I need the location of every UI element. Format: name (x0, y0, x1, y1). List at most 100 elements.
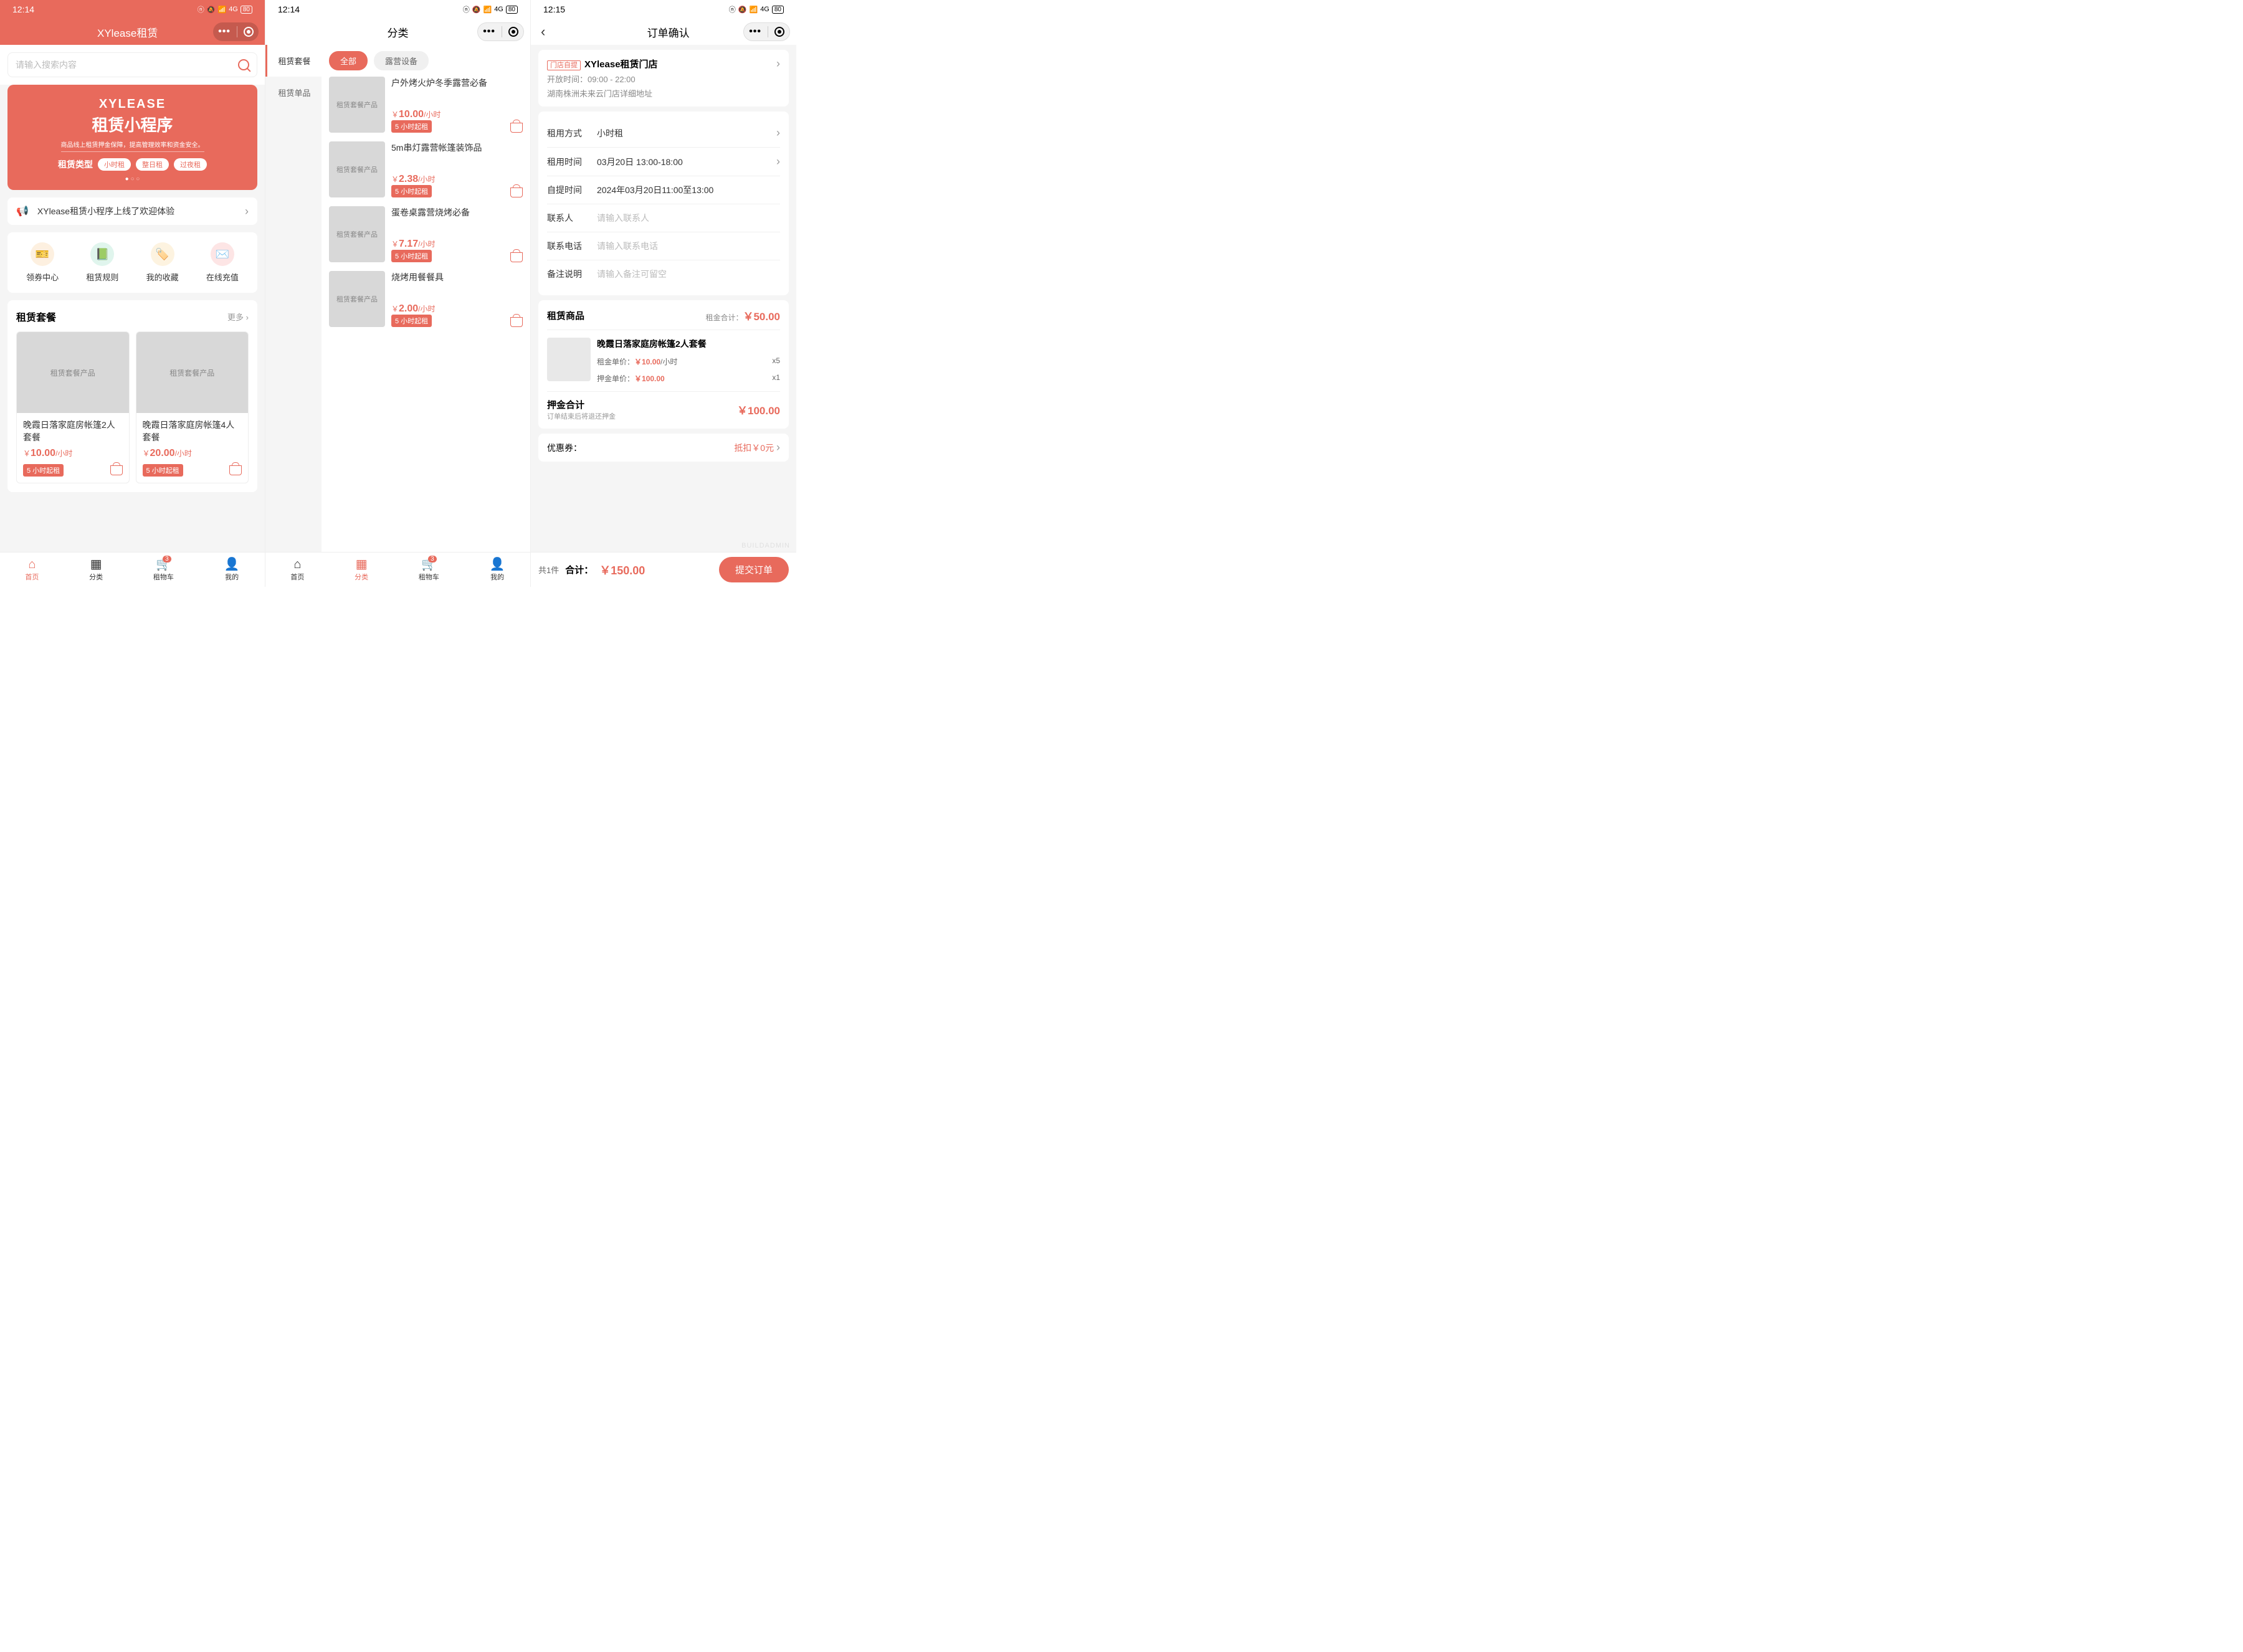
status-time: 12:15 (543, 4, 565, 14)
deposit-total: ￥100.00 (737, 402, 780, 417)
home-icon: ⌂ (28, 558, 36, 571)
sidebar-item-packages[interactable]: 租赁套餐 (265, 45, 321, 77)
rent-item-image (547, 338, 591, 381)
menu-icon[interactable]: ••• (483, 26, 495, 37)
notice-bar[interactable]: 📢 XYlease租赁小程序上线了欢迎体验 › (7, 197, 257, 225)
tab-mine[interactable]: 👤我的 (490, 558, 505, 582)
rent-card: 租赁商品 租金合计：￥50.00 晚霞日落家庭房帐篷2人套餐 租金单价：￥10.… (538, 300, 789, 429)
list-item[interactable]: 租赁套餐产品5m串灯露营帐篷装饰品￥2.38/小时5 小时起租 (329, 141, 523, 197)
quick-favorites[interactable]: 🏷️我的收藏 (146, 242, 179, 283)
add-cart-icon[interactable] (510, 188, 523, 197)
quick-coupon[interactable]: 🎫领券中心 (26, 242, 59, 283)
product-card[interactable]: 租赁套餐产品 晚霞日落家庭房帐篷4人套餐 ￥20.00/小时 5 小时起租 (136, 331, 249, 483)
row-contact[interactable]: 联系人请输入联系人 (547, 204, 780, 232)
coupon-card[interactable]: 优惠券： 抵扣￥0元 › (538, 434, 789, 462)
banner-type-label: 租赁类型 (58, 158, 93, 171)
search-input[interactable]: 请输入搜索内容 (7, 52, 257, 77)
product-image: 租赁套餐产品 (136, 332, 249, 413)
chevron-right-icon: › (776, 126, 780, 140)
list-item[interactable]: 租赁套餐产品烧烤用餐餐具￥2.00/小时5 小时起租 (329, 271, 523, 327)
remark-input[interactable]: 请输入备注可留空 (597, 268, 780, 280)
rules-icon: 📗 (90, 242, 114, 266)
quick-rules[interactable]: 📗租赁规则 (86, 242, 118, 283)
contact-input[interactable]: 请输入联系人 (597, 212, 780, 224)
section-packages: 租赁套餐 更多 › 租赁套餐产品 晚霞日落家庭房帐篷2人套餐 ￥10.00/小时… (7, 300, 257, 492)
rent-item: 晚霞日落家庭房帐篷2人套餐 租金单价：￥10.00/小时x5 押金单价：￥100… (547, 330, 780, 391)
tab-home[interactable]: ⌂首页 (290, 558, 304, 582)
submit-order-button[interactable]: 提交订单 (719, 557, 789, 582)
min-hours-tag: 5 小时起租 (23, 464, 64, 477)
add-cart-icon[interactable] (510, 123, 523, 133)
search-placeholder: 请输入搜索内容 (16, 59, 77, 71)
more-link[interactable]: 更多 › (227, 311, 249, 323)
nfc-icon: ⓝ (729, 4, 736, 14)
row-phone[interactable]: 联系电话请输入联系电话 (547, 232, 780, 260)
add-cart-icon[interactable] (510, 317, 523, 327)
row-time[interactable]: 租用时间03月20日 13:00-18:00› (547, 148, 780, 176)
menu-icon[interactable]: ••• (749, 26, 761, 37)
row-method[interactable]: 租用方式小时租› (547, 119, 780, 148)
back-button[interactable]: ‹ (541, 24, 545, 40)
close-target-icon[interactable] (774, 27, 784, 37)
tab-category[interactable]: ▦分类 (355, 558, 368, 582)
deposit-qty: x1 (772, 373, 780, 384)
phone-input[interactable]: 请输入联系电话 (597, 240, 780, 252)
tab-cart[interactable]: 🛒3租物车 (419, 558, 439, 582)
tab-home[interactable]: ⌂首页 (25, 558, 39, 582)
status-icons: ⓝ 🔕 📶 4G 80 (198, 4, 252, 14)
tab-mine[interactable]: 👤我的 (224, 558, 240, 582)
row-remark[interactable]: 备注说明请输入备注可留空 (547, 260, 780, 288)
quick-nav: 🎫领券中心 📗租赁规则 🏷️我的收藏 ✉️在线充值 (7, 232, 257, 293)
app-header: XYlease租赁 ••• (0, 19, 265, 45)
miniprogram-capsule[interactable]: ••• (477, 22, 524, 41)
wifi-icon: 📶 (749, 6, 758, 14)
list-item-title: 蛋卷桌露营烧烤必备 (391, 206, 523, 219)
cart-badge: 3 (428, 556, 437, 563)
filter-camping[interactable]: 露营设备 (374, 51, 429, 70)
promo-banner[interactable]: XYLEASE 租赁小程序 商品线上租赁押金保障，提高管理效率和资金安全。 租赁… (7, 85, 257, 190)
notice-text: XYlease租赁小程序上线了欢迎体验 (37, 205, 174, 217)
product-card[interactable]: 租赁套餐产品 晚霞日落家庭房帐篷2人套餐 ￥10.00/小时 5 小时起租 (16, 331, 130, 483)
order-bottom-bar: 共1件 合计： ￥150.00 提交订单 (531, 552, 796, 587)
banner-subtitle: 商品线上租赁押金保障，提高管理效率和资金安全。 (61, 140, 204, 152)
banner-title: 租赁小程序 (17, 113, 247, 136)
list-item[interactable]: 租赁套餐产品户外烤火炉冬季露营必备￥10.00/小时5 小时起租 (329, 77, 523, 133)
search-icon[interactable] (238, 59, 249, 70)
list-item-image: 租赁套餐产品 (329, 271, 385, 327)
miniprogram-capsule[interactable]: ••• (213, 22, 259, 41)
close-target-icon[interactable] (508, 27, 518, 37)
list-item-price: ￥2.00/小时 (391, 303, 523, 315)
filter-all[interactable]: 全部 (329, 51, 368, 70)
status-time: 12:14 (278, 4, 300, 14)
quick-recharge[interactable]: ✉️在线充值 (206, 242, 239, 283)
list-item-price: ￥2.38/小时 (391, 174, 523, 185)
page-header: ‹ 订单确认 ••• (531, 19, 796, 45)
add-cart-icon[interactable] (510, 252, 523, 262)
add-cart-icon[interactable] (229, 465, 242, 475)
sidebar-item-single[interactable]: 租赁单品 (265, 77, 321, 108)
chevron-right-icon: › (776, 57, 780, 70)
min-hours-tag: 5 小时起租 (391, 315, 432, 327)
screen-home: 12:14 ⓝ 🔕 📶 4G 80 XYlease租赁 ••• 请输入搜索内容 … (0, 0, 265, 587)
type-pill[interactable]: 过夜租 (174, 158, 207, 171)
list-item-price: ￥7.17/小时 (391, 239, 523, 250)
home-icon: ⌂ (293, 558, 301, 571)
type-pill[interactable]: 整日租 (136, 158, 169, 171)
store-card[interactable]: 门店自提XYlease租赁门店 开放时间：09:00 - 22:00 湖南株洲未… (538, 50, 789, 107)
tab-cart[interactable]: 🛒3租物车 (153, 558, 174, 582)
screen-category: 12:14 ⓝ🔕📶4G80 分类 ••• 租赁套餐 租赁单品 全部 露营设备 租… (265, 0, 531, 587)
tab-category[interactable]: ▦分类 (89, 558, 103, 582)
chevron-right-icon: › (776, 441, 780, 453)
miniprogram-capsule[interactable]: ••• (743, 22, 790, 41)
form-card: 租用方式小时租› 租用时间03月20日 13:00-18:00› 自提时间202… (538, 112, 789, 295)
grid-icon: ▦ (90, 558, 102, 571)
tab-bar: ⌂首页 ▦分类 🛒3租物车 👤我的 (0, 552, 265, 587)
list-item[interactable]: 租赁套餐产品蛋卷桌露营烧烤必备￥7.17/小时5 小时起租 (329, 206, 523, 262)
add-cart-icon[interactable] (110, 465, 123, 475)
coupon-value: 抵扣￥0元 (734, 443, 774, 453)
status-icons: ⓝ🔕📶4G80 (729, 4, 784, 14)
type-pill[interactable]: 小时租 (98, 158, 131, 171)
close-target-icon[interactable] (244, 27, 254, 37)
menu-icon[interactable]: ••• (218, 26, 231, 37)
item-count: 共1件 (538, 564, 559, 576)
